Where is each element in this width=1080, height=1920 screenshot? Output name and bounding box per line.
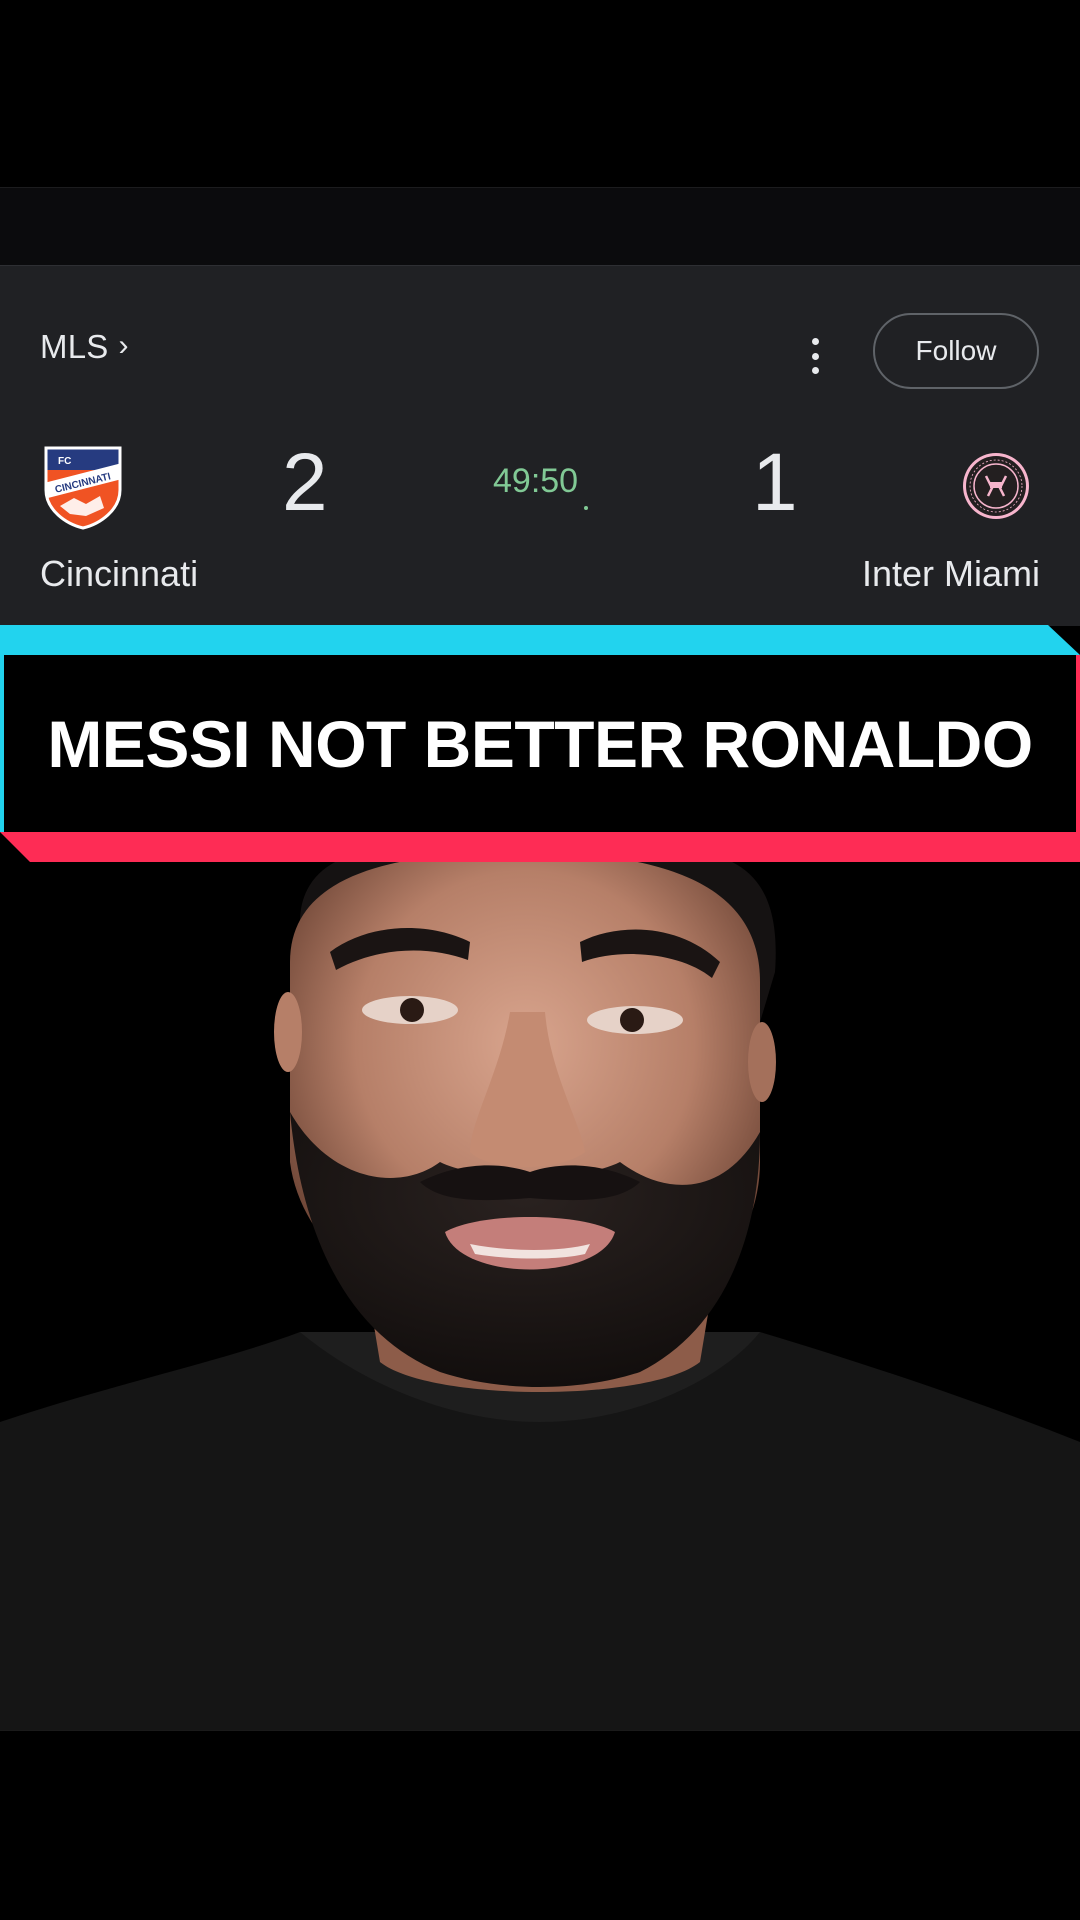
crest-fc-text: FC — [58, 456, 71, 467]
match-clock: 49:50 — [493, 462, 579, 500]
follow-button[interactable]: Follow — [873, 313, 1039, 389]
video-frame: MLS › Follow FC CINCINNATI 2 49:50 1 Cin… — [0, 0, 1080, 1920]
person-talking-image — [0, 862, 1080, 1730]
banner-bottom-accent — [0, 832, 1080, 862]
title-banner: MESSI NOT BETTER RONALDO — [0, 655, 1080, 832]
home-score: 2 — [282, 437, 328, 528]
chevron-right-icon: › — [118, 329, 129, 362]
banner-top-accent — [0, 625, 1080, 655]
home-team-name[interactable]: Cincinnati — [40, 553, 198, 595]
more-vert-icon[interactable] — [800, 338, 830, 374]
cincinnati-crest-icon[interactable]: FC CINCINNATI — [40, 444, 126, 530]
banner-title: MESSI NOT BETTER RONALDO — [47, 706, 1033, 781]
league-link[interactable]: MLS › — [40, 328, 129, 366]
league-label: MLS — [40, 328, 109, 365]
inter-miami-crest-icon[interactable] — [962, 452, 1030, 520]
video-area — [0, 862, 1080, 1730]
away-team-name[interactable]: Inter Miami — [862, 553, 1040, 595]
away-score: 1 — [752, 437, 798, 528]
live-indicator — [584, 506, 588, 510]
bottom-strip — [0, 1730, 1080, 1920]
top-strip — [0, 187, 1080, 266]
score-card[interactable]: MLS › Follow FC CINCINNATI 2 49:50 1 Cin… — [0, 265, 1080, 626]
